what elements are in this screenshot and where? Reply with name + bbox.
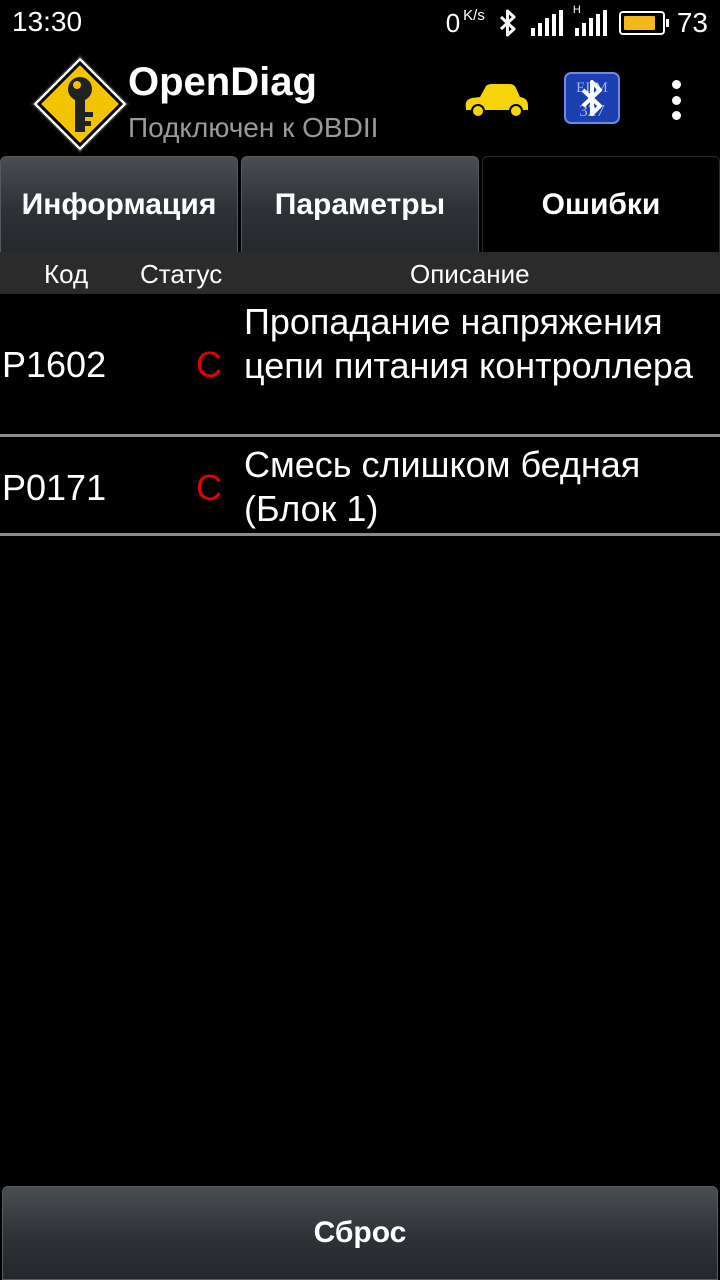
- status-icons: 0 K/s H 73: [445, 4, 708, 40]
- error-status: C: [196, 467, 222, 508]
- signal-strength-icon: [530, 10, 563, 36]
- error-status: C: [196, 344, 222, 385]
- column-header-status: Статус: [140, 259, 223, 289]
- tab-parameters[interactable]: Параметры: [241, 156, 479, 252]
- reset-button[interactable]: Сброс: [2, 1186, 718, 1280]
- bluetooth-adapter-icon[interactable]: ELM 327: [564, 72, 620, 124]
- signal-strength-hspa-icon: H: [573, 4, 607, 36]
- key-icon[interactable]: [30, 54, 130, 154]
- connection-status: Подключен к OBDII: [128, 112, 379, 143]
- status-bar: 13:30 0 K/s H 73: [0, 0, 720, 46]
- action-bar: OpenDiag Подключен к OBDII ELM 327: [0, 46, 720, 154]
- network-speed-unit: K/s: [463, 6, 485, 24]
- tab-information[interactable]: Информация: [0, 156, 238, 252]
- overflow-menu-icon[interactable]: [662, 80, 690, 120]
- network-speed: 0 K/s: [445, 6, 485, 39]
- status-time: 13:30: [12, 6, 83, 37]
- bluetooth-icon: [499, 9, 516, 37]
- battery-percent: 73: [676, 7, 708, 38]
- car-icon[interactable]: [462, 80, 530, 120]
- table-header: Код Статус Описание: [0, 252, 720, 294]
- app-title: OpenDiag: [128, 60, 317, 104]
- tab-bar: Информация Параметры Ошибки: [0, 156, 720, 252]
- table-row[interactable]: P0171 C Смесь слишком бедная (Блок 1): [0, 437, 720, 536]
- battery-level-fill: [623, 16, 655, 30]
- column-header-description: Описание: [410, 259, 530, 289]
- error-code: P1602: [2, 344, 107, 385]
- table-row[interactable]: P1602 C Пропадание напряжения цепи питан…: [0, 294, 720, 437]
- column-header-code: Код: [44, 259, 89, 289]
- battery-icon: [618, 11, 669, 35]
- network-speed-value: 0: [445, 7, 461, 38]
- error-description: Пропадание напряжения цепи питания контр…: [244, 301, 693, 386]
- error-description: Смесь слишком бедная (Блок 1): [244, 444, 641, 529]
- error-code: P0171: [2, 467, 107, 508]
- tab-errors[interactable]: Ошибки: [482, 156, 720, 252]
- network-type-label: H: [572, 4, 581, 16]
